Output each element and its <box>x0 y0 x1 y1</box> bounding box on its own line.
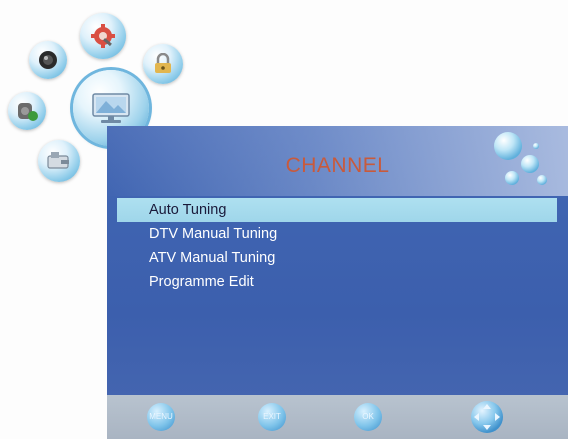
menu-item-label: Auto Tuning <box>149 202 227 218</box>
menu-item-auto-tuning[interactable]: Auto Tuning <box>117 198 557 222</box>
picture-menu-icon[interactable] <box>29 41 67 79</box>
menu-item-atv-manual-tuning[interactable]: ATV Manual Tuning <box>117 246 557 270</box>
usb-menu-icon[interactable] <box>38 140 80 182</box>
direction-keys-icon <box>471 401 503 433</box>
channel-menu-list: Auto Tuning DTV Manual Tuning ATV Manual… <box>117 198 557 294</box>
menu-item-label: ATV Manual Tuning <box>149 250 276 266</box>
menu-item-programme-edit[interactable]: Programme Edit <box>117 270 557 294</box>
key-hint-bar: MENU EXIT OK <box>107 395 568 439</box>
lock-menu-icon[interactable] <box>143 44 183 84</box>
exit-key-icon: EXIT <box>258 403 286 431</box>
sound-menu-icon[interactable] <box>8 92 46 130</box>
menu-title: CHANNEL <box>285 154 390 177</box>
ok-key-icon: OK <box>354 403 382 431</box>
menu-key-icon: MENU <box>147 403 175 431</box>
setup-menu-icon[interactable] <box>80 13 126 59</box>
menu-item-dtv-manual-tuning[interactable]: DTV Manual Tuning <box>117 222 557 246</box>
menu-item-label: Programme Edit <box>149 274 254 290</box>
tv-osd-screen: CHANNEL Auto Tuning DTV Manual Tuning AT… <box>0 0 568 439</box>
menu-item-label: DTV Manual Tuning <box>149 226 278 242</box>
channel-menu-panel: CHANNEL Auto Tuning DTV Manual Tuning AT… <box>107 126 568 439</box>
